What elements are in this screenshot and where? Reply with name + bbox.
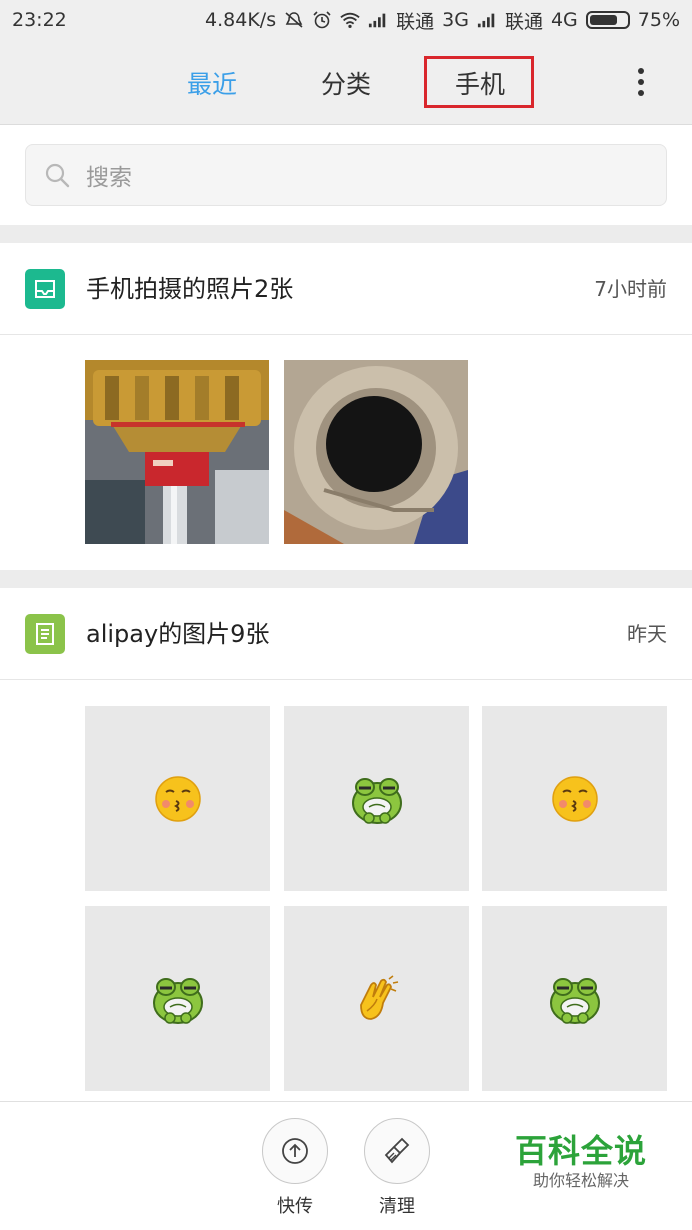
clean-circle — [364, 1118, 430, 1184]
photo-folder-icon — [25, 269, 65, 309]
wifi-icon — [340, 12, 360, 28]
carrier-1: 联通 — [396, 10, 435, 33]
section-time: 7小时前 — [594, 277, 667, 301]
signal-icon — [477, 13, 495, 28]
image-thumbnail[interactable] — [85, 906, 270, 1091]
brass-fitting-photo — [85, 360, 269, 544]
section-title: alipay的图片9张 — [86, 620, 270, 648]
watermark-title: 百科全说 — [514, 1132, 647, 1170]
image-thumbnail[interactable] — [85, 706, 270, 891]
upload-icon — [282, 1138, 308, 1164]
quick-send-circle — [262, 1118, 328, 1184]
network-speed: 4.84K/s — [205, 9, 277, 31]
search-input[interactable]: 搜索 — [25, 144, 667, 206]
network-type-1: 3G — [442, 9, 469, 31]
section-header[interactable]: 手机拍摄的照片2张 7小时前 — [0, 243, 692, 335]
section-alipay-images: alipay的图片9张 昨天 — [0, 588, 692, 1101]
tab-category[interactable]: 分类 — [304, 40, 388, 125]
status-indicators: 4.84K/s 联通 3G 联通 4G 75% — [205, 7, 680, 34]
photo-thumbnail[interactable] — [85, 360, 269, 544]
section-title: 手机拍摄的照片2张 — [86, 275, 294, 303]
pipe-opening-photo — [284, 360, 468, 544]
battery-icon — [585, 11, 630, 29]
status-time: 23:22 — [12, 9, 67, 31]
network-type-2: 4G — [550, 9, 578, 31]
broom-icon — [384, 1137, 410, 1164]
clapping-hands-emoji-icon — [359, 974, 398, 1020]
document-icon — [25, 614, 65, 654]
carrier-2: 联通 — [504, 10, 543, 33]
search-placeholder: 搜索 — [86, 165, 132, 191]
highlight-box — [424, 56, 534, 108]
watermark-subtitle: 助你轻松解决 — [532, 1171, 629, 1190]
bottom-bar: 快传 清理 百科全说 助你轻松解决 — [0, 1101, 692, 1230]
kiss-emoji-icon — [551, 775, 598, 822]
battery-percent: 75% — [637, 9, 680, 31]
image-thumbnail[interactable] — [482, 706, 667, 891]
frog-emoji-icon — [351, 777, 402, 824]
quick-send-label: 快传 — [277, 1196, 313, 1217]
image-thumbnail[interactable] — [284, 906, 469, 1091]
frog-emoji-icon — [549, 977, 600, 1024]
divider — [0, 225, 692, 243]
alarm-icon — [313, 11, 331, 29]
clean-button[interactable]: 清理 — [362, 1118, 432, 1228]
tab-recent[interactable]: 最近 — [170, 40, 254, 125]
mute-icon — [285, 12, 303, 28]
section-time: 昨天 — [627, 622, 667, 646]
image-thumbnail[interactable] — [284, 706, 469, 891]
watermark: 百科全说 助你轻松解决 — [506, 1132, 656, 1192]
kiss-emoji-icon — [154, 775, 201, 822]
tab-bar: 最近 分类 手机 — [0, 40, 692, 125]
section-header[interactable]: alipay的图片9张 昨天 — [0, 588, 692, 680]
image-thumbnail[interactable] — [482, 906, 667, 1091]
battery-fill — [589, 15, 617, 25]
more-options-icon[interactable] — [622, 62, 660, 102]
frog-emoji-icon — [152, 977, 203, 1024]
clean-label: 清理 — [379, 1196, 415, 1217]
search-icon — [45, 163, 70, 188]
quick-send-button[interactable]: 快传 — [260, 1118, 330, 1228]
divider — [0, 570, 692, 588]
section-camera-photos: 手机拍摄的照片2张 7小时前 — [0, 243, 692, 570]
signal-icon — [369, 13, 386, 28]
search-area: 搜索 — [0, 125, 692, 225]
photo-thumbnail[interactable] — [284, 360, 468, 544]
status-bar: 23:22 4.84K/s 联通 3G 联通 4G 75% — [0, 0, 692, 40]
